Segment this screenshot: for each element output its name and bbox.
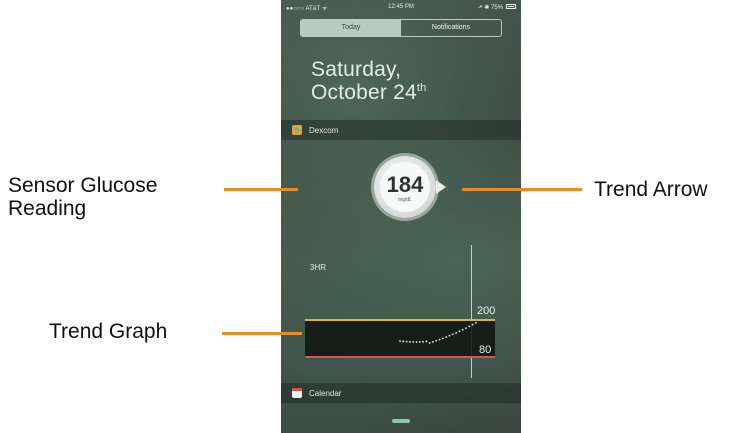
calendar-app-icon <box>292 388 302 398</box>
trend-graph <box>399 321 477 344</box>
dexcom-app-icon <box>292 125 302 135</box>
view-switcher: Today Notifications <box>300 19 502 37</box>
dexcom-widget-header[interactable]: Dexcom <box>281 120 521 140</box>
trend-point <box>458 330 461 333</box>
phone-screen: ●●○○○ AT&T ᯤ 12:45 PM ⬏ ✱ 75% Today Noti… <box>281 0 521 433</box>
glucose-value: 184 <box>386 172 424 197</box>
trend-point <box>412 341 415 343</box>
sensor-glucose-leader-line <box>224 188 298 191</box>
trend-point <box>432 341 434 343</box>
glucose-unit: mg/dL <box>398 197 412 203</box>
trend-arrow-leader-line <box>462 188 582 191</box>
trend-arrow-callout: Trend Arrow <box>594 178 708 201</box>
trend-point <box>471 323 474 326</box>
date-month-text: October 24 <box>311 81 417 104</box>
date-day: Saturday, <box>311 58 402 81</box>
calendar-app-name: Calendar <box>309 389 342 398</box>
graph-range-label: 3HR <box>310 263 327 272</box>
glucose-reading-face: 184 mg/dL <box>380 162 430 212</box>
trend-point <box>428 342 431 344</box>
glucose-reading-badge[interactable]: 184 mg/dL <box>374 156 436 218</box>
trend-point <box>475 321 477 324</box>
trend-point <box>442 337 444 340</box>
date-suffix: th <box>416 82 427 94</box>
dexcom-app-name: Dexcom <box>309 126 339 135</box>
sensor-glucose-callout-line-2: Reading <box>8 197 87 220</box>
sensor-glucose-callout: Sensor Glucose Reading <box>8 174 157 220</box>
trend-point <box>425 340 428 343</box>
trend-point <box>409 340 411 343</box>
trend-point <box>468 325 471 328</box>
trend-point <box>405 340 408 343</box>
trend-point <box>455 331 457 334</box>
trend-arrow-icon <box>436 180 446 194</box>
trend-point <box>402 340 405 343</box>
trend-point <box>461 328 464 331</box>
battery-level <box>508 6 514 7</box>
tab-notifications[interactable]: Notifications <box>401 20 501 36</box>
trend-point <box>438 338 441 341</box>
pull-handle[interactable] <box>392 419 410 423</box>
trend-point <box>418 341 421 343</box>
trend-point <box>448 334 451 337</box>
status-bar: ●●○○○ AT&T ᯤ 12:45 PM ⬏ ✱ 75% <box>281 0 521 14</box>
status-indicators: ⬏ ✱ 75% <box>477 5 503 11</box>
trend-graph-callout: Trend Graph <box>49 320 168 343</box>
trend-point <box>451 333 454 336</box>
trend-point <box>422 340 424 343</box>
calendar-widget-header[interactable]: Calendar <box>281 383 521 403</box>
trend-point <box>465 327 467 329</box>
trend-point <box>445 336 448 338</box>
trend-point <box>399 340 401 342</box>
trend-graph-leader-line <box>222 332 302 335</box>
date-month: October 24th <box>311 81 426 105</box>
trend-point <box>435 339 438 342</box>
sensor-glucose-callout-line-1: Sensor Glucose <box>8 174 158 197</box>
trend-point <box>415 341 418 343</box>
tab-today[interactable]: Today <box>301 20 401 36</box>
battery-icon <box>506 4 516 9</box>
